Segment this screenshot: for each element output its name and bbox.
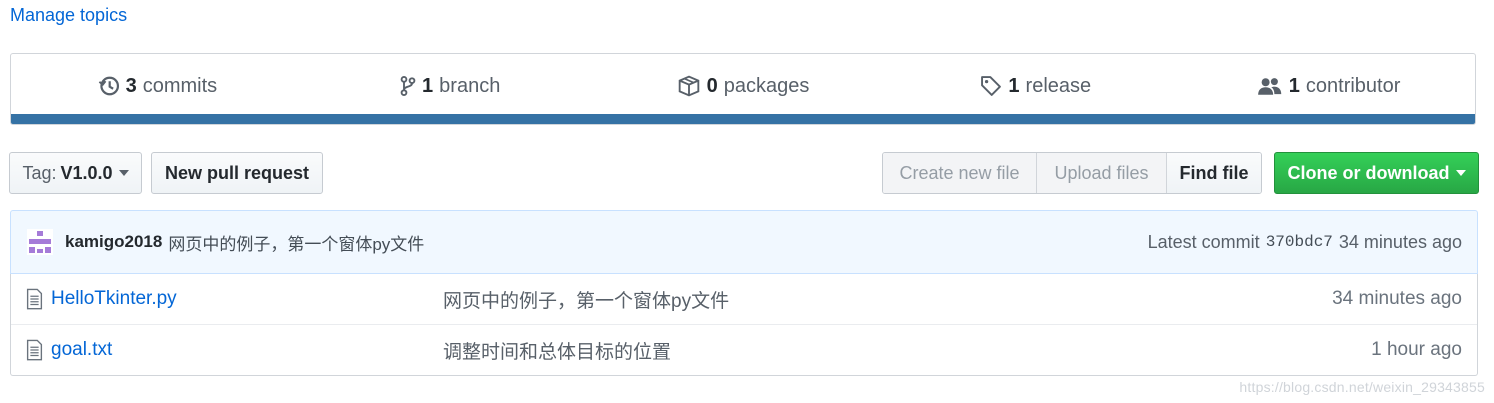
packages-summary[interactable]: 0 packages [597,75,890,98]
latest-commit-info: Latest commit 370bdc7 34 minutes ago [1148,232,1462,253]
history-icon [98,75,120,97]
clone-label: Clone or download [1287,162,1450,183]
contributor-count: 1 [1288,74,1300,97]
tag-icon [980,75,1002,97]
contributor-label: contributor [1305,74,1401,97]
file-row: HelloTkinter.py 网页中的例子，第一个窗体py文件 34 minu… [11,274,1477,324]
branches-summary[interactable]: 1 branch [304,75,597,98]
latest-commit-bar: kamigo2018 网页中的例子，第一个窗体py文件 Latest commi… [10,210,1478,274]
branch-count: 1 [422,74,434,97]
git-branch-icon [400,75,416,97]
branch-label: branch [439,74,501,97]
commit-sha[interactable]: 370bdc7 [1266,233,1333,251]
file-actions-group: Create new file Upload files Find file [882,152,1262,194]
avatar[interactable] [27,229,53,255]
people-icon [1257,76,1283,96]
tag-value: V1.0.0 [60,162,113,183]
find-file-button[interactable]: Find file [1167,153,1261,193]
file-age: 1 hour ago [1371,339,1462,360]
repo-summary: 3 commits 1 branch 0 packages 1 release [10,53,1476,125]
release-label: release [1025,74,1092,97]
new-pull-request-button[interactable]: New pull request [151,152,323,194]
caret-down-icon [1455,170,1466,176]
caret-down-icon [118,170,129,176]
file-text-icon [26,339,43,361]
file-commit-message[interactable]: 网页中的例子，第一个窗体py文件 [443,286,729,313]
contributors-summary[interactable]: 1 contributor [1182,75,1475,98]
commits-label: commits [142,74,218,97]
watermark-text: https://blog.csdn.net/weixin_29343855 [1239,379,1485,395]
clone-or-download-button[interactable]: Clone or download [1274,152,1479,194]
packages-label: packages [723,74,810,97]
file-list: HelloTkinter.py 网页中的例子，第一个窗体py文件 34 minu… [10,274,1478,376]
commit-message[interactable]: 网页中的例子，第一个窗体py文件 [168,230,424,255]
upload-files-button[interactable]: Upload files [1037,153,1167,193]
commit-age: 34 minutes ago [1338,231,1462,252]
manage-topics-link[interactable]: Manage topics [10,5,127,26]
releases-summary[interactable]: 1 release [889,75,1182,98]
file-commit-message[interactable]: 调整时间和总体目标的位置 [443,337,671,364]
latest-commit-prefix: Latest commit [1147,231,1260,252]
file-row: goal.txt 调整时间和总体目标的位置 1 hour ago [11,324,1477,375]
release-count: 1 [1008,74,1020,97]
commit-author[interactable]: kamigo2018 [65,232,162,252]
file-name-link[interactable]: goal.txt [51,339,112,361]
language-bar[interactable] [11,114,1475,124]
file-text-icon [26,288,43,310]
commits-summary[interactable]: 3 commits [11,75,304,98]
packages-count: 0 [706,74,718,97]
tag-prefix: Tag: [22,162,57,183]
file-age: 34 minutes ago [1332,288,1462,309]
file-name-link[interactable]: HelloTkinter.py [51,288,177,310]
create-new-file-button[interactable]: Create new file [883,153,1037,193]
tag-select-button[interactable]: Tag: V1.0.0 [9,152,142,194]
package-icon [677,75,701,97]
commits-count: 3 [125,74,137,97]
